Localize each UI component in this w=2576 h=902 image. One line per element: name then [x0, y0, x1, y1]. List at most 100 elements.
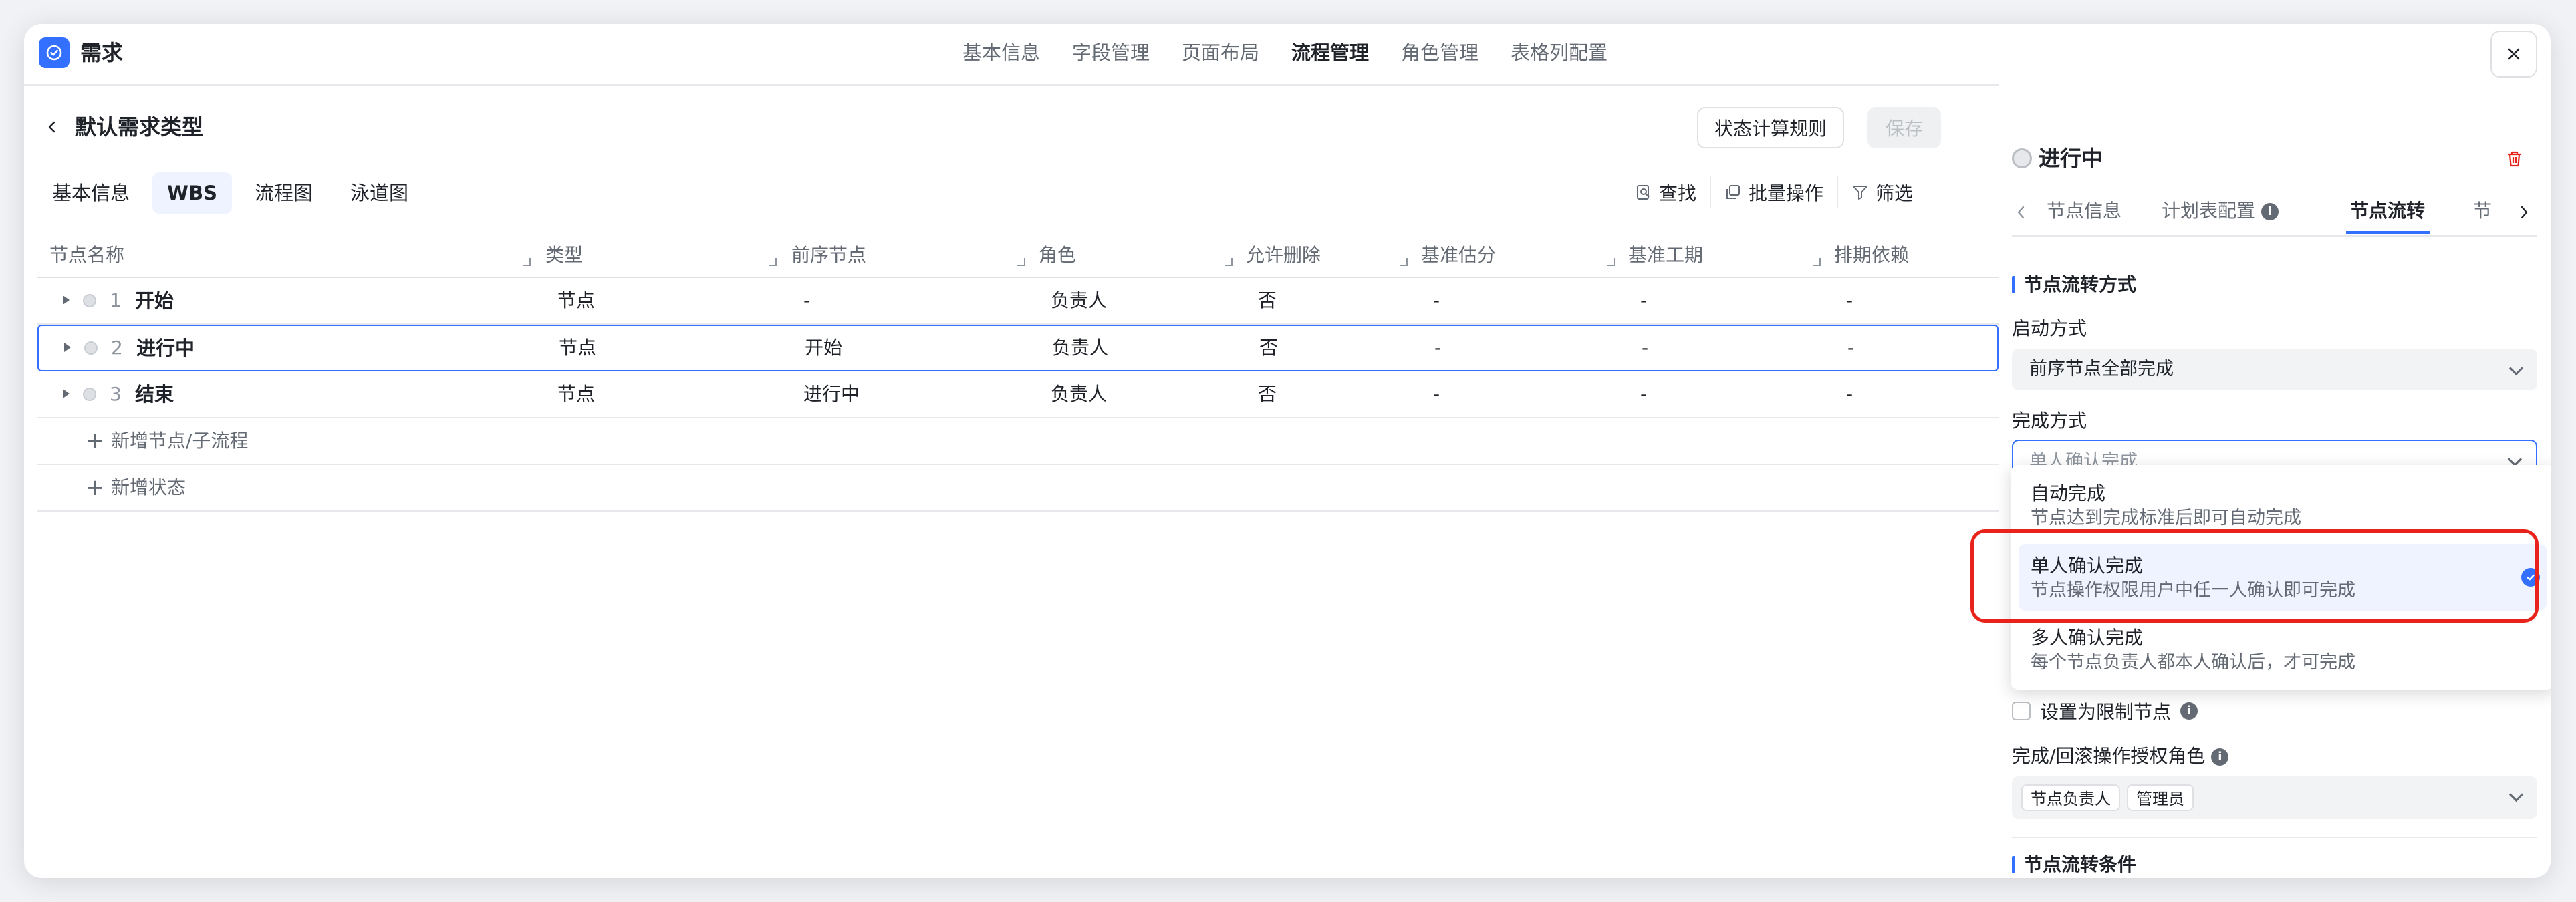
- cell-schedule-dependency: -: [1846, 289, 1853, 311]
- status-dot-icon: [83, 294, 96, 307]
- section-heading: 节点流转条件: [2012, 851, 2136, 878]
- save-button[interactable]: 保存: [1867, 107, 1941, 148]
- column-header-role[interactable]: 角色: [1039, 234, 1246, 277]
- top-nav-page-layout[interactable]: 页面布局: [1182, 39, 1259, 67]
- auth-role-select[interactable]: 节点负责人 管理员: [2012, 776, 2537, 819]
- tab-swimlane[interactable]: 泳道图: [336, 172, 423, 214]
- table-header: 节点名称 类型 前序节点 角色 允许删除 基准估分 基准工期 排期依赖: [37, 234, 1999, 278]
- column-header-type[interactable]: 类型: [545, 234, 790, 277]
- cell-base-estimate: -: [1433, 289, 1440, 311]
- top-nav-basic-info[interactable]: 基本信息: [962, 39, 1040, 67]
- filter-icon: [1853, 186, 1868, 200]
- table-row-selected[interactable]: 2 进行中 节点 开始 负责人 否 - - -: [37, 325, 1999, 371]
- top-nav-process-management[interactable]: 流程管理: [1291, 39, 1369, 67]
- status-rule-button[interactable]: 状态计算规则: [1697, 107, 1844, 148]
- option-desc: 节点达到完成标准后即可自动完成: [2031, 508, 2301, 529]
- column-header-node-name[interactable]: 节点名称: [49, 234, 544, 277]
- cell-type: 节点: [557, 383, 596, 405]
- option-multi-confirm[interactable]: 多人确认完成 每个节点负责人都本人确认后，才可完成: [2019, 616, 2547, 683]
- app-logo-icon: [39, 37, 70, 68]
- chevron-down-icon: [2508, 361, 2524, 376]
- tab-truncated[interactable]: 节: [2473, 198, 2492, 224]
- tab-plan-config[interactable]: 计划表配置 i: [2162, 198, 2279, 224]
- restrict-node-checkbox[interactable]: 设置为限制节点 i: [2012, 698, 2198, 724]
- tab-flowchart[interactable]: 流程图: [240, 172, 328, 214]
- find-icon: [1637, 185, 1650, 200]
- delete-button[interactable]: [2501, 146, 2528, 172]
- cell-role: 负责人: [1051, 289, 1108, 311]
- chevron-right-icon[interactable]: [2517, 204, 2531, 220]
- cell-base-estimate: -: [1433, 383, 1440, 405]
- top-nav-field-management[interactable]: 字段管理: [1072, 39, 1150, 67]
- cell-role: 负责人: [1051, 383, 1108, 405]
- chevron-down-icon: [2508, 787, 2524, 802]
- page-title: 默认需求类型: [75, 114, 204, 140]
- option-auto-complete[interactable]: 自动完成 节点达到完成标准后即可自动完成: [2019, 472, 2547, 539]
- batch-label: 批量操作: [1749, 182, 1824, 204]
- status-dot-icon: [84, 341, 98, 355]
- checkbox[interactable]: [2012, 702, 2031, 720]
- cell-base-duration: -: [1640, 383, 1648, 405]
- highlight-box: [1970, 529, 2539, 623]
- cell-base-duration: -: [1642, 337, 1649, 359]
- cell-type: 节点: [559, 337, 597, 359]
- tab-basic-info[interactable]: 基本信息: [37, 172, 144, 214]
- tab-wbs[interactable]: WBS: [152, 172, 232, 214]
- cell-deletable: 否: [1258, 383, 1277, 405]
- panel-title: 进行中: [2039, 146, 2103, 171]
- top-nav-table-column-config[interactable]: 表格列配置: [1511, 39, 1607, 67]
- batch-button[interactable]: 批量操作: [1711, 176, 1839, 208]
- close-button[interactable]: [2490, 31, 2537, 78]
- table-row[interactable]: 3 结束 节点 进行中 负责人 否 - - -: [37, 371, 1999, 418]
- cell-base-duration: -: [1640, 289, 1648, 311]
- back-button[interactable]: [39, 114, 66, 140]
- app-title: 需求: [80, 40, 124, 65]
- column-header-base-duration[interactable]: 基准工期: [1628, 234, 1834, 277]
- sub-tabs: 基本信息 WBS 流程图 泳道图: [37, 172, 423, 214]
- chevron-down-icon: [2507, 452, 2523, 467]
- batch-icon: [1726, 185, 1741, 199]
- expand-caret-icon[interactable]: [64, 343, 71, 352]
- filter-label: 筛选: [1876, 182, 1914, 204]
- add-state-label: 新增状态: [111, 476, 186, 498]
- app-window: 需求 基本信息 字段管理 页面布局 流程管理 角色管理 表格列配置 默认需求类型…: [24, 24, 2551, 878]
- cell-prev-node: -: [803, 289, 811, 311]
- start-mode-select[interactable]: 前序节点全部完成: [2012, 349, 2537, 390]
- cell-deletable: 否: [1258, 289, 1277, 311]
- status-dot-icon: [2012, 148, 2032, 168]
- find-label: 查找: [1659, 182, 1697, 204]
- expand-caret-icon[interactable]: [63, 389, 70, 398]
- top-bar: 需求 基本信息 字段管理 页面布局 流程管理 角色管理 表格列配置: [24, 24, 2551, 86]
- cell-type: 节点: [557, 289, 596, 311]
- add-state-button[interactable]: + 新增状态: [37, 465, 1999, 512]
- role-tag: 管理员: [2127, 784, 2194, 811]
- close-icon: [2508, 48, 2520, 60]
- cell-schedule-dependency: -: [1846, 383, 1853, 405]
- cell-prev-node: 进行中: [803, 383, 860, 405]
- complete-mode-label: 完成方式: [2012, 410, 2087, 432]
- table-row[interactable]: 1 开始 节点 - 负责人 否 - - -: [37, 278, 1999, 325]
- column-header-schedule-dependency[interactable]: 排期依赖: [1834, 234, 1994, 277]
- expand-caret-icon[interactable]: [63, 295, 70, 305]
- cell-schedule-dependency: -: [1847, 337, 1855, 359]
- chevron-left-icon[interactable]: [2015, 204, 2028, 220]
- add-node-button[interactable]: + 新增节点/子流程: [37, 418, 1999, 465]
- tab-node-info[interactable]: 节点信息: [2047, 198, 2121, 224]
- filter-button[interactable]: 筛选: [1838, 176, 1926, 208]
- cell-base-estimate: -: [1434, 337, 1442, 359]
- chevron-left-icon: [48, 121, 55, 133]
- top-nav-role-management[interactable]: 角色管理: [1401, 39, 1478, 67]
- column-header-base-estimate[interactable]: 基准估分: [1421, 234, 1628, 277]
- find-button[interactable]: 查找: [1622, 176, 1712, 208]
- row-index: 2: [111, 337, 123, 359]
- status-dot-icon: [83, 388, 96, 401]
- restrict-node-label: 设置为限制节点: [2040, 701, 2172, 723]
- role-tag: 节点负责人: [2021, 784, 2120, 811]
- info-icon: i: [2180, 702, 2198, 720]
- toolbar: 查找 批量操作 筛选: [1622, 176, 1926, 208]
- column-header-deletable[interactable]: 允许删除: [1246, 234, 1421, 277]
- cell-deletable: 否: [1259, 337, 1279, 359]
- tab-node-transition[interactable]: 节点流转: [2350, 198, 2425, 224]
- column-header-prev-node[interactable]: 前序节点: [791, 234, 1039, 277]
- divider: [2012, 837, 2537, 838]
